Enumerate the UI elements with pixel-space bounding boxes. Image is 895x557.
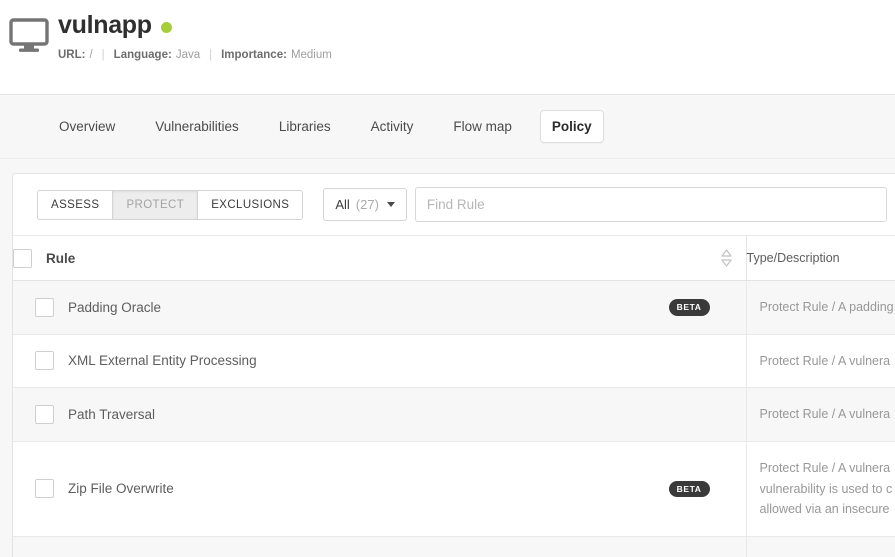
policy-rules-table: Rule Type/Description Padding Oracle BET… [13, 236, 895, 557]
table-row[interactable]: XML External Entity Processing Protect R… [13, 334, 895, 389]
tab-overview[interactable]: Overview [47, 110, 127, 143]
assess-button[interactable]: ASSESS [37, 189, 114, 220]
rule-description: Protect Rule / A vulnera [759, 407, 891, 422]
table-row[interactable]: Path Traversal Protect Rule / A vulnera [13, 387, 895, 442]
meta-value-language: Java [175, 48, 201, 61]
beta-badge: BETA [668, 480, 710, 498]
table-row[interactable]: Zip File Overwrite BETA Protect Rule / A… [13, 441, 895, 537]
type-description-cell: Protect Rule / A vulnera vulnerability i… [745, 441, 895, 537]
tab-activity[interactable]: Activity [359, 110, 426, 143]
row-checkbox[interactable] [35, 351, 54, 371]
rule-name: Zip File Overwrite [68, 481, 174, 497]
find-rule-input[interactable] [414, 187, 887, 222]
rule-name: Path Traversal [68, 407, 156, 423]
tab-libraries[interactable]: Libraries [267, 110, 343, 143]
rule-description: Protect Rule / A vulnera [759, 353, 891, 368]
column-header-rule: Rule [13, 236, 746, 281]
rule-description: Protect Rule / A web ap for remote code … [760, 553, 895, 557]
type-description-cell: Protect Rule / A vulnera [745, 387, 895, 442]
tab-vulnerabilities[interactable]: Vulnerabilities [143, 110, 251, 143]
type-description-cell: Protect Rule / A padding [745, 280, 895, 335]
meta-value-importance: Medium [290, 48, 332, 61]
tab-flow-map[interactable]: Flow map [441, 110, 524, 143]
policy-mode-button-group: ASSESS PROTECT EXCLUSIONS [37, 189, 304, 220]
rule-cell: Padding Oracle BETA [13, 280, 746, 335]
column-header-type-description: Type/Description [745, 236, 895, 281]
main-tabs: Overview Vulnerabilities Libraries Activ… [0, 95, 895, 159]
row-checkbox[interactable] [35, 479, 54, 499]
app-meta: URL: / | Language: Java | Importance: Me… [58, 49, 332, 61]
rule-name: Padding Oracle [68, 299, 162, 315]
column-header-rule-label: Rule [46, 250, 76, 266]
exclusions-button[interactable]: EXCLUSIONS [197, 189, 304, 220]
table-row[interactable]: Untrusted Deserialization Protect Rule /… [13, 536, 895, 557]
row-checkbox[interactable] [35, 297, 54, 317]
rule-filter-count: (27) [355, 197, 379, 212]
meta-value-url: / [89, 48, 93, 61]
type-description-cell: Protect Rule / A web ap for remote code … [745, 536, 895, 557]
monitor-icon [8, 16, 50, 56]
rule-description: Protect Rule / A padding [759, 300, 894, 314]
app-header: vulnapp URL: / | Language: Java | Import… [0, 0, 895, 95]
rule-description: Protect Rule / A vulnera vulnerability i… [759, 460, 893, 517]
chevron-down-icon [386, 202, 395, 207]
rule-filter-dropdown[interactable]: All (27) [323, 188, 407, 221]
rule-filter-label: All [335, 197, 350, 212]
meta-label-language: Language: [113, 48, 172, 61]
table-row[interactable]: Padding Oracle BETA Protect Rule / A pad… [13, 280, 895, 335]
type-description-cell: Protect Rule / A vulnera [745, 334, 895, 389]
table-header-row: Rule Type/Description [13, 236, 895, 281]
policy-toolbar: ASSESS PROTECT EXCLUSIONS All (27) [13, 174, 895, 236]
rule-cell: Path Traversal [13, 387, 746, 442]
protect-button[interactable]: PROTECT [112, 189, 199, 220]
policy-card: ASSESS PROTECT EXCLUSIONS All (27) Rule [12, 173, 895, 557]
meta-label-url: URL: [58, 48, 86, 61]
sort-chevrons-icon[interactable] [720, 247, 746, 269]
table-body: Padding Oracle BETA Protect Rule / A pad… [13, 280, 895, 557]
rule-cell: Zip File Overwrite BETA [13, 441, 746, 537]
tab-policy[interactable]: Policy [539, 110, 604, 143]
meta-separator: | [101, 48, 105, 61]
row-checkbox[interactable] [35, 405, 54, 425]
select-all-checkbox[interactable] [13, 248, 32, 268]
rule-cell: Untrusted Deserialization [13, 536, 746, 557]
rule-name: XML External Entity Processing [68, 353, 257, 369]
rule-cell: XML External Entity Processing [13, 334, 746, 389]
meta-label-importance: Importance: [221, 48, 287, 61]
status-dot [160, 22, 172, 34]
page-title: vulnapp [58, 11, 152, 39]
meta-separator: | [209, 48, 213, 61]
beta-badge: BETA [668, 299, 710, 316]
